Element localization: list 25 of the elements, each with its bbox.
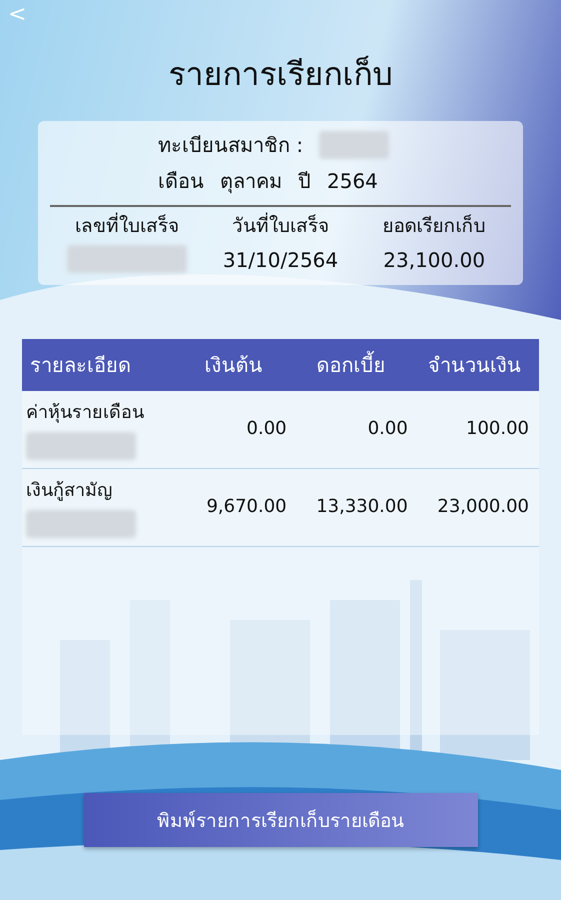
- table-cell-text: 23,000.00: [436, 496, 530, 517]
- receipt-value: 31/10/2564: [222, 247, 338, 274]
- year-value: 2564: [327, 168, 378, 195]
- receipt-label: ยอดเรียกเก็บ: [382, 213, 486, 239]
- member-label: ทะเบียนสมาชิก :: [158, 132, 304, 159]
- table-cell-text: เงินกู้สามัญ: [26, 479, 113, 503]
- column-header: จำนวนเงิน: [426, 352, 522, 379]
- month-label: เดือน: [158, 168, 204, 195]
- month-value: ตุลาคม: [220, 168, 282, 196]
- table-cell-text: 0.00: [366, 418, 409, 439]
- table-cell-text: 9,670.00: [205, 496, 288, 517]
- redacted-block: [319, 131, 390, 159]
- column-header: ดอกเบี้ย: [292, 349, 410, 381]
- print-button[interactable]: พิมพ์รายการเรียกเก็บรายเดือน: [84, 793, 478, 847]
- receipt-value: 23,100.00: [383, 247, 486, 274]
- table-cell-text: 0.00: [246, 418, 288, 439]
- page-title: รายการเรียกเก็บ: [168, 54, 394, 95]
- table-cell-text: 13,330.00: [315, 496, 409, 517]
- year-label: ปี: [298, 168, 311, 195]
- column-header: เงินต้น: [204, 352, 264, 379]
- table-cell-text: 100.00: [465, 418, 530, 439]
- receipt-label: วันที่ใบเสร็จ: [232, 211, 329, 241]
- receipt-label: เลขที่ใบเสร็จ: [74, 211, 179, 241]
- table-cell-text: ค่าหุ้นรายเดือน: [26, 401, 145, 425]
- column-header: รายละเอียด: [29, 352, 132, 379]
